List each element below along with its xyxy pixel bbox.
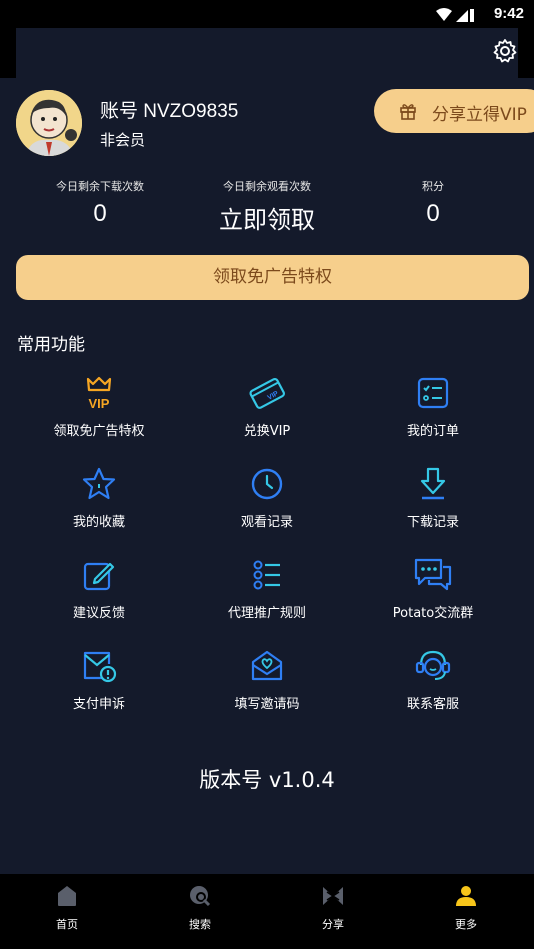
section-title: 常用功能 (17, 335, 85, 355)
status-bar: 9:42 (0, 0, 534, 28)
status-time: 9:42 (493, 5, 524, 22)
stat-caption: 积分 (422, 180, 444, 193)
grid-item-payment-appeal[interactable]: 支付申诉 (10, 648, 188, 728)
version-label: 版本号 v1.0.4 (199, 768, 335, 792)
tab-label: 更多 (455, 918, 477, 931)
tab-label: 搜索 (189, 918, 211, 931)
grid-item-favorites[interactable]: 我的收藏 (10, 466, 188, 546)
share-vip-label: 分享立得VIP (432, 105, 527, 125)
status-icons (436, 8, 474, 22)
grid-item-customer-service[interactable]: 联系客服 (344, 648, 522, 728)
bottom-tab-bar: 首页 搜索 分享 更多 (0, 874, 534, 949)
header-strip (0, 28, 534, 78)
heart-mail-icon (251, 650, 283, 681)
grid-item-label: 领取免广告特权 (53, 424, 145, 439)
account-id: 账号 NVZO9835 (100, 101, 239, 122)
grid-item-label: Potato交流群 (392, 606, 474, 621)
tab-more[interactable]: 更多 (399, 874, 533, 949)
grid-item-downloads[interactable]: 下载记录 (344, 466, 522, 546)
vip-crown-icon: VIP (86, 376, 112, 411)
headset-icon (415, 650, 451, 680)
points-stat: 积分 0 (353, 178, 513, 228)
watch-count-stat[interactable]: 今日剩余观看次数 立即领取 (187, 178, 347, 235)
order-list-icon (417, 377, 449, 409)
share-icon (323, 887, 343, 905)
grid-item-watch-history[interactable]: 观看记录 (178, 466, 356, 546)
grid-item-ad-free[interactable]: VIP 领取免广告特权 (10, 375, 188, 455)
grid-item-label: 下载记录 (406, 515, 459, 530)
grid-item-orders[interactable]: 我的订单 (344, 375, 522, 455)
grid-item-invite-code[interactable]: 填写邀请码 (178, 648, 356, 728)
stat-caption: 今日剩余观看次数 (223, 180, 311, 193)
grid-item-label: 填写邀请码 (234, 697, 300, 712)
grid-item-label: 我的订单 (406, 424, 459, 439)
tab-label: 分享 (322, 918, 344, 931)
tab-search[interactable]: 搜索 (133, 874, 267, 949)
stat-value: 0 (93, 200, 107, 227)
grid-item-agent-rules[interactable]: 代理推广规则 (178, 557, 356, 637)
svg-text:VIP: VIP (89, 396, 110, 411)
grid-item-label: 观看记录 (240, 515, 293, 530)
tab-label: 首页 (56, 918, 78, 931)
tab-share[interactable]: 分享 (266, 874, 400, 949)
search-icon (190, 886, 211, 907)
claim-now-link[interactable]: 立即领取 (187, 200, 347, 235)
grid-item-label: 代理推广规则 (227, 606, 306, 621)
star-icon (82, 467, 116, 500)
grid-item-label: 联系客服 (406, 697, 459, 712)
grid-item-label: 兑换VIP (243, 424, 291, 439)
vip-card-icon: VIP (249, 377, 285, 409)
mail-alert-icon (83, 651, 117, 683)
claim-ad-free-button[interactable]: 领取免广告特权 (16, 255, 529, 300)
share-vip-button[interactable]: 分享立得VIP (374, 89, 534, 133)
tab-home[interactable]: 首页 (0, 874, 134, 949)
settings-gear-icon[interactable] (492, 38, 518, 64)
grid-item-feedback[interactable]: 建议反馈 (10, 557, 188, 637)
stat-value: 0 (426, 200, 440, 227)
download-icon (420, 467, 446, 500)
grid-item-label: 建议反馈 (72, 606, 125, 621)
avatar-image (16, 90, 82, 156)
chat-icon (414, 558, 452, 591)
avatar[interactable] (16, 90, 82, 156)
grid-item-potato-group[interactable]: Potato交流群 (344, 557, 522, 637)
membership-status: 非会员 (100, 131, 146, 149)
grid-item-label: 我的收藏 (72, 515, 125, 530)
home-icon (58, 886, 76, 906)
clock-icon (251, 468, 283, 500)
user-icon (456, 886, 476, 906)
grid-item-redeem-vip[interactable]: VIP 兑换VIP (178, 375, 356, 455)
edit-icon (83, 562, 115, 591)
list-icon (253, 560, 280, 590)
download-count-stat: 今日剩余下载次数 0 (20, 178, 180, 228)
gift-icon (400, 104, 416, 120)
grid-item-label: 支付申诉 (72, 697, 125, 712)
stat-caption: 今日剩余下载次数 (56, 180, 144, 193)
